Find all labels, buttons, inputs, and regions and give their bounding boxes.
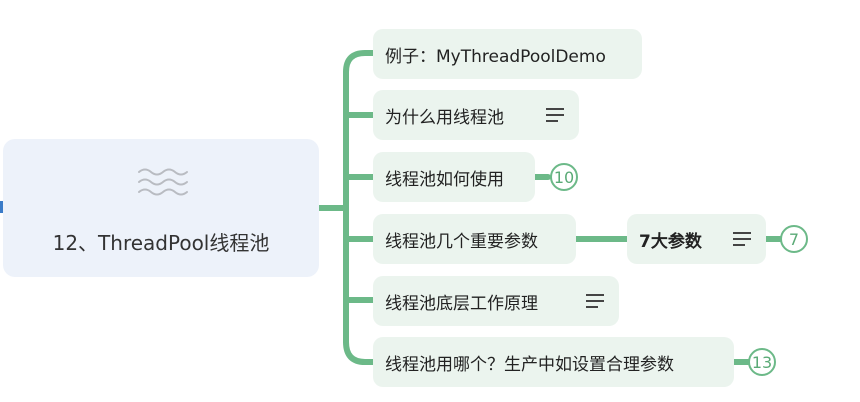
connector-branch-1 — [343, 50, 376, 75]
topic-label: 例子：MyThreadPoolDemo — [385, 46, 606, 67]
topic-label: 线程池几个重要参数 — [385, 231, 538, 252]
topic-label: 7大参数 — [639, 231, 702, 252]
collapsed-count-badge[interactable]: 13 — [748, 348, 776, 376]
collapsed-count-badge[interactable]: 10 — [550, 163, 578, 191]
topic-which-pool-production[interactable]: 线程池用哪个？生产中如设置合理参数 — [373, 337, 734, 387]
mind-map-canvas: 12、ThreadPool线程池 例子：MyThreadPoolDemo 为什么… — [0, 0, 860, 402]
topic-label: 为什么用线程池 — [385, 107, 504, 128]
topic-underlying-principle[interactable]: 线程池底层工作原理 — [373, 276, 619, 326]
collapsed-count-badge[interactable]: 7 — [780, 225, 808, 253]
notes-icon[interactable] — [733, 232, 751, 246]
topic-how-to-use[interactable]: 线程池如何使用 — [373, 152, 535, 202]
topic-label: 线程池底层工作原理 — [385, 293, 538, 314]
connector-branch-6 — [343, 339, 376, 365]
topic-mythreadpooldemo[interactable]: 例子：MyThreadPoolDemo — [373, 29, 642, 79]
topic-label: 线程池用哪个？生产中如设置合理参数 — [385, 354, 674, 375]
notes-icon[interactable] — [586, 294, 604, 308]
topic-7-params[interactable]: 7大参数 — [627, 214, 766, 264]
topic-why-thread-pool[interactable]: 为什么用线程池 — [373, 90, 579, 140]
wave-topic-icon — [138, 168, 188, 196]
topic-important-params[interactable]: 线程池几个重要参数 — [373, 214, 576, 264]
topic-label: 线程池如何使用 — [385, 169, 504, 190]
root-topic[interactable]: 12、ThreadPool线程池 — [3, 139, 319, 277]
notes-icon[interactable] — [546, 108, 564, 122]
root-title: 12、ThreadPool线程池 — [52, 231, 270, 255]
